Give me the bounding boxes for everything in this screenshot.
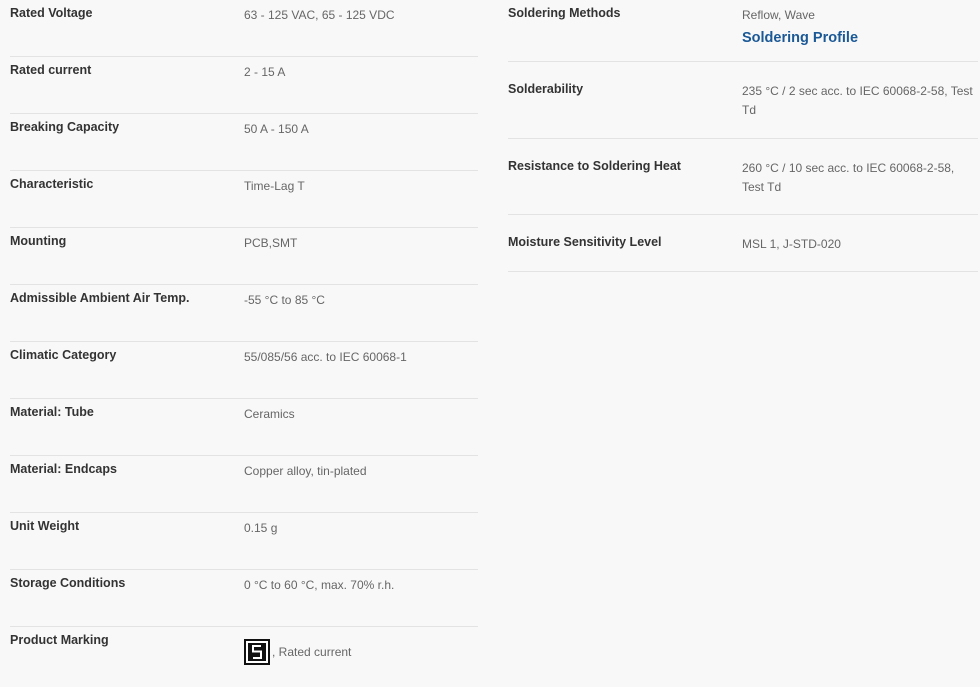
spec-value: Reflow, Wave Soldering Profile [742,0,978,61]
spec-row-ambient-temp: Admissible Ambient Air Temp. -55 °C to 8… [10,285,478,342]
spec-label: Material: Endcaps [10,462,117,476]
soldering-profile-link[interactable]: Soldering Profile [742,29,978,48]
spec-row-rated-voltage: Rated Voltage 63 - 125 VAC, 65 - 125 VDC [10,0,478,57]
spec-value: 0.15 g [244,521,278,535]
spec-row-mounting: Mounting PCB,SMT [10,228,478,285]
spec-label: Rated Voltage [10,6,93,20]
spec-row-breaking-capacity: Breaking Capacity 50 A - 150 A [10,114,478,171]
spec-row-rated-current: Rated current 2 - 15 A [10,57,478,114]
spec-label: Storage Conditions [10,576,126,590]
spec-value: 2 - 15 A [244,65,286,79]
spec-value: 50 A - 150 A [244,122,309,136]
spec-row-climatic-category: Climatic Category 55/085/56 acc. to IEC … [10,342,478,399]
spec-row-product-marking: Product Marking , Rated current [10,627,478,687]
spec-row-characteristic: Characteristic Time-Lag T [10,171,478,228]
left-spec-table: Rated Voltage 63 - 125 VAC, 65 - 125 VDC… [10,0,478,687]
product-marking-text: , Rated current [272,644,352,659]
soldering-methods-value: Reflow, Wave [742,8,815,22]
spec-label: Breaking Capacity [10,120,120,134]
spec-value: Copper alloy, tin-plated [244,464,367,478]
spec-value: -55 °C to 85 °C [244,293,325,307]
spec-value: 260 °C / 10 sec acc. to IEC 60068-2-58, … [742,161,955,194]
spec-value: Time-Lag T [244,179,305,193]
spec-row-msl: Moisture Sensitivity Level MSL 1, J-STD-… [508,215,978,272]
spec-row-soldering-methods: Soldering Methods Reflow, Wave Soldering… [508,0,978,62]
spec-value: 63 - 125 VAC, 65 - 125 VDC [244,8,395,22]
spec-label: Rated current [10,63,92,77]
spec-row-storage-conditions: Storage Conditions 0 °C to 60 °C, max. 7… [10,570,478,627]
spec-label: Solderability [508,82,584,96]
spec-label: Product Marking [10,633,109,647]
spec-value: 235 °C / 2 sec acc. to IEC 60068-2-58, T… [742,84,973,117]
spec-row-soldering-heat: Resistance to Soldering Heat 260 °C / 10… [508,139,978,215]
spec-row-material-endcaps: Material: Endcaps Copper alloy, tin-plat… [10,456,478,513]
spec-value: Ceramics [244,407,295,421]
spec-label: Resistance to Soldering Heat [508,159,681,173]
spec-row-material-tube: Material: Tube Ceramics [10,399,478,456]
spec-value: 55/085/56 acc. to IEC 60068-1 [244,350,407,364]
spec-value: , Rated current [244,627,478,687]
spec-label: Unit Weight [10,519,80,533]
spec-label: Characteristic [10,177,94,191]
schurter-logo-icon [244,639,270,665]
spec-label: Material: Tube [10,405,94,419]
spec-label: Moisture Sensitivity Level [508,235,662,249]
spec-label: Mounting [10,234,67,248]
spec-label: Admissible Ambient Air Temp. [10,291,190,305]
spec-row-unit-weight: Unit Weight 0.15 g [10,513,478,570]
spec-value: MSL 1, J-STD-020 [742,237,841,251]
spec-value: PCB,SMT [244,236,298,250]
spec-value: 0 °C to 60 °C, max. 70% r.h. [244,578,395,592]
spec-label: Climatic Category [10,348,117,362]
spec-row-solderability: Solderability 235 °C / 2 sec acc. to IEC… [508,62,978,139]
spec-label: Soldering Methods [508,6,621,20]
right-spec-table: Soldering Methods Reflow, Wave Soldering… [508,0,978,272]
